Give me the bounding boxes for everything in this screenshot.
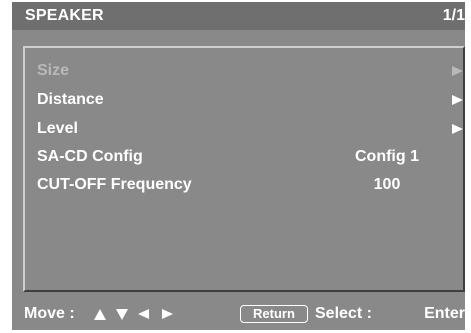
title-bar: SPEAKER 1/1 (12, 2, 465, 30)
select-hint-value: Enter (424, 305, 465, 322)
arrow-left-icon (138, 309, 149, 319)
menu-item-value: Config 1 (355, 148, 419, 165)
speaker-menu-screen: SPEAKER 1/1 Size Distance Level SA-CD Co… (12, 2, 465, 330)
arrow-up-icon (94, 309, 106, 320)
arrow-down-icon (116, 309, 128, 320)
menu-item-cutoff-frequency[interactable]: CUT-OFF Frequency 100 (37, 175, 463, 197)
page-indicator: 1/1 (442, 7, 465, 24)
menu-item-label: Size (37, 62, 70, 79)
menu-item-label: SA-CD Config (37, 148, 143, 165)
menu-item-label: CUT-OFF Frequency (37, 176, 192, 193)
page-title: SPEAKER (25, 7, 104, 24)
submenu-arrow-icon (452, 95, 463, 105)
nav-arrows (94, 306, 184, 322)
arrow-right-icon (162, 309, 173, 319)
return-key: Return (240, 305, 308, 323)
menu-panel: Size Distance Level SA-CD Config Config … (23, 46, 465, 292)
move-hint-label: Move : (24, 305, 75, 322)
menu-item-label: Level (37, 120, 78, 137)
footer-help-bar: Move : Return Select : Enter (12, 302, 465, 326)
submenu-arrow-icon (452, 124, 463, 134)
menu-item-sacd-config[interactable]: SA-CD Config Config 1 (37, 147, 463, 169)
menu-item-label: Distance (37, 91, 104, 108)
select-hint-label: Select : (315, 305, 372, 322)
menu-item-distance[interactable]: Distance (37, 90, 463, 112)
submenu-arrow-icon (452, 66, 463, 76)
menu-item-value: 100 (373, 176, 401, 193)
menu-item-size[interactable]: Size (37, 61, 463, 83)
menu-item-level[interactable]: Level (37, 119, 463, 141)
